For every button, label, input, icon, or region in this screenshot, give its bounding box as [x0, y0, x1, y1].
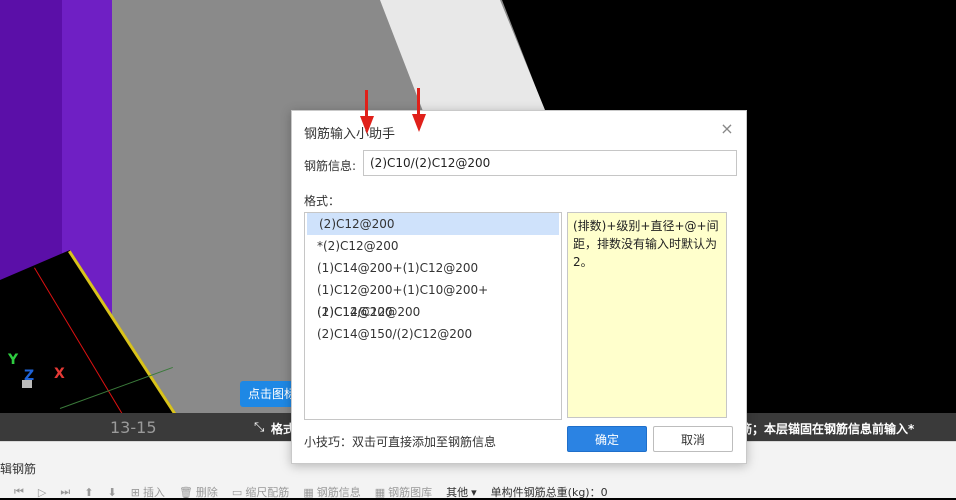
delete-label: 删除	[195, 486, 218, 499]
rebar-input-dialog: 钢筋输入小助手 × 钢筋信息: 格式： (2)C12@200 *(2)C12@2…	[291, 110, 747, 464]
cancel-button[interactable]: 取消	[653, 426, 733, 452]
floor-label: 13-15	[110, 418, 157, 437]
last-icon[interactable]: ⏭	[60, 484, 70, 500]
panel-title: 辑钢筋	[0, 462, 37, 476]
format-list[interactable]: (2)C12@200 *(2)C12@200 (1)C14@200+(1)C12…	[304, 212, 562, 420]
status-text-right: 筋；本层锚固在钢筋信息前输入*	[740, 422, 915, 436]
format-item[interactable]: (1)C12@200+(1)C10@200+(1)C12@200	[305, 279, 561, 319]
insert-label: 插入	[142, 486, 165, 499]
axis-gizmo: Y Z X	[4, 350, 74, 400]
format-description: (排数)+级别+直径+@+间距，排数没有输入时默认为2。	[567, 212, 727, 418]
format-item[interactable]: (1)C14@200+(1)C12@200	[305, 257, 561, 279]
prev-icon[interactable]: ▷	[38, 484, 46, 500]
red-arrow-annotation	[412, 88, 426, 136]
rebar-info-input[interactable]	[363, 150, 737, 176]
other-label: 其他	[446, 486, 469, 499]
axis-x-label: X	[54, 366, 65, 382]
ok-button[interactable]: 确定	[567, 426, 647, 452]
dialog-title: 钢筋输入小助手	[304, 127, 396, 142]
rebar-diagram-label: 钢筋图库	[388, 486, 433, 499]
insert-button[interactable]: ⊞ 插入	[131, 484, 165, 500]
other-dropdown[interactable]: 其他 ▾	[446, 484, 477, 500]
close-icon[interactable]: ×	[718, 120, 736, 138]
format-item[interactable]: (2)C12@200	[307, 213, 559, 235]
delete-button[interactable]: 🗑 删除	[179, 484, 218, 500]
scale-rebar-label: 缩尺配筋	[245, 486, 290, 499]
format-item[interactable]: (2)C14@150/(2)C12@200	[305, 323, 561, 345]
rebar-diagram-button[interactable]: ▦ 钢筋图库	[375, 484, 432, 500]
red-arrow-annotation	[360, 90, 374, 138]
move-down-icon[interactable]: ⬇	[108, 484, 117, 500]
move-up-icon[interactable]: ⬆	[84, 484, 93, 500]
axis-y-label: Y	[8, 352, 19, 368]
format-item[interactable]: *(2)C12@200	[305, 235, 561, 257]
first-icon[interactable]: ⏮	[14, 484, 24, 500]
rebar-info-label: 钢筋信息	[316, 486, 361, 499]
total-weight: 单构件钢筋总重(kg)：0	[490, 486, 608, 499]
tip-text: 小技巧：双击可直接添加至钢筋信息	[304, 435, 497, 449]
shrink-icon[interactable]: ⤡	[254, 420, 264, 435]
scale-rebar-button[interactable]: ▭ 缩尺配筋	[232, 484, 289, 500]
axis-origin	[22, 380, 32, 388]
format-item[interactable]: (2)C14/C12@200	[305, 301, 561, 323]
rebar-info-label: 钢筋信息:	[304, 159, 357, 173]
rebar-info-button[interactable]: ▦ 钢筋信息	[303, 484, 360, 500]
format-label: 格式：	[304, 194, 341, 208]
rebar-toolbar: ⏮ ▷ ⏭ ⬆ ⬇ ⊞ 插入 🗑 删除 ▭ 缩尺配筋 ▦ 钢筋信息 ▦ 钢筋图库 其他 ▾ …	[14, 484, 608, 500]
